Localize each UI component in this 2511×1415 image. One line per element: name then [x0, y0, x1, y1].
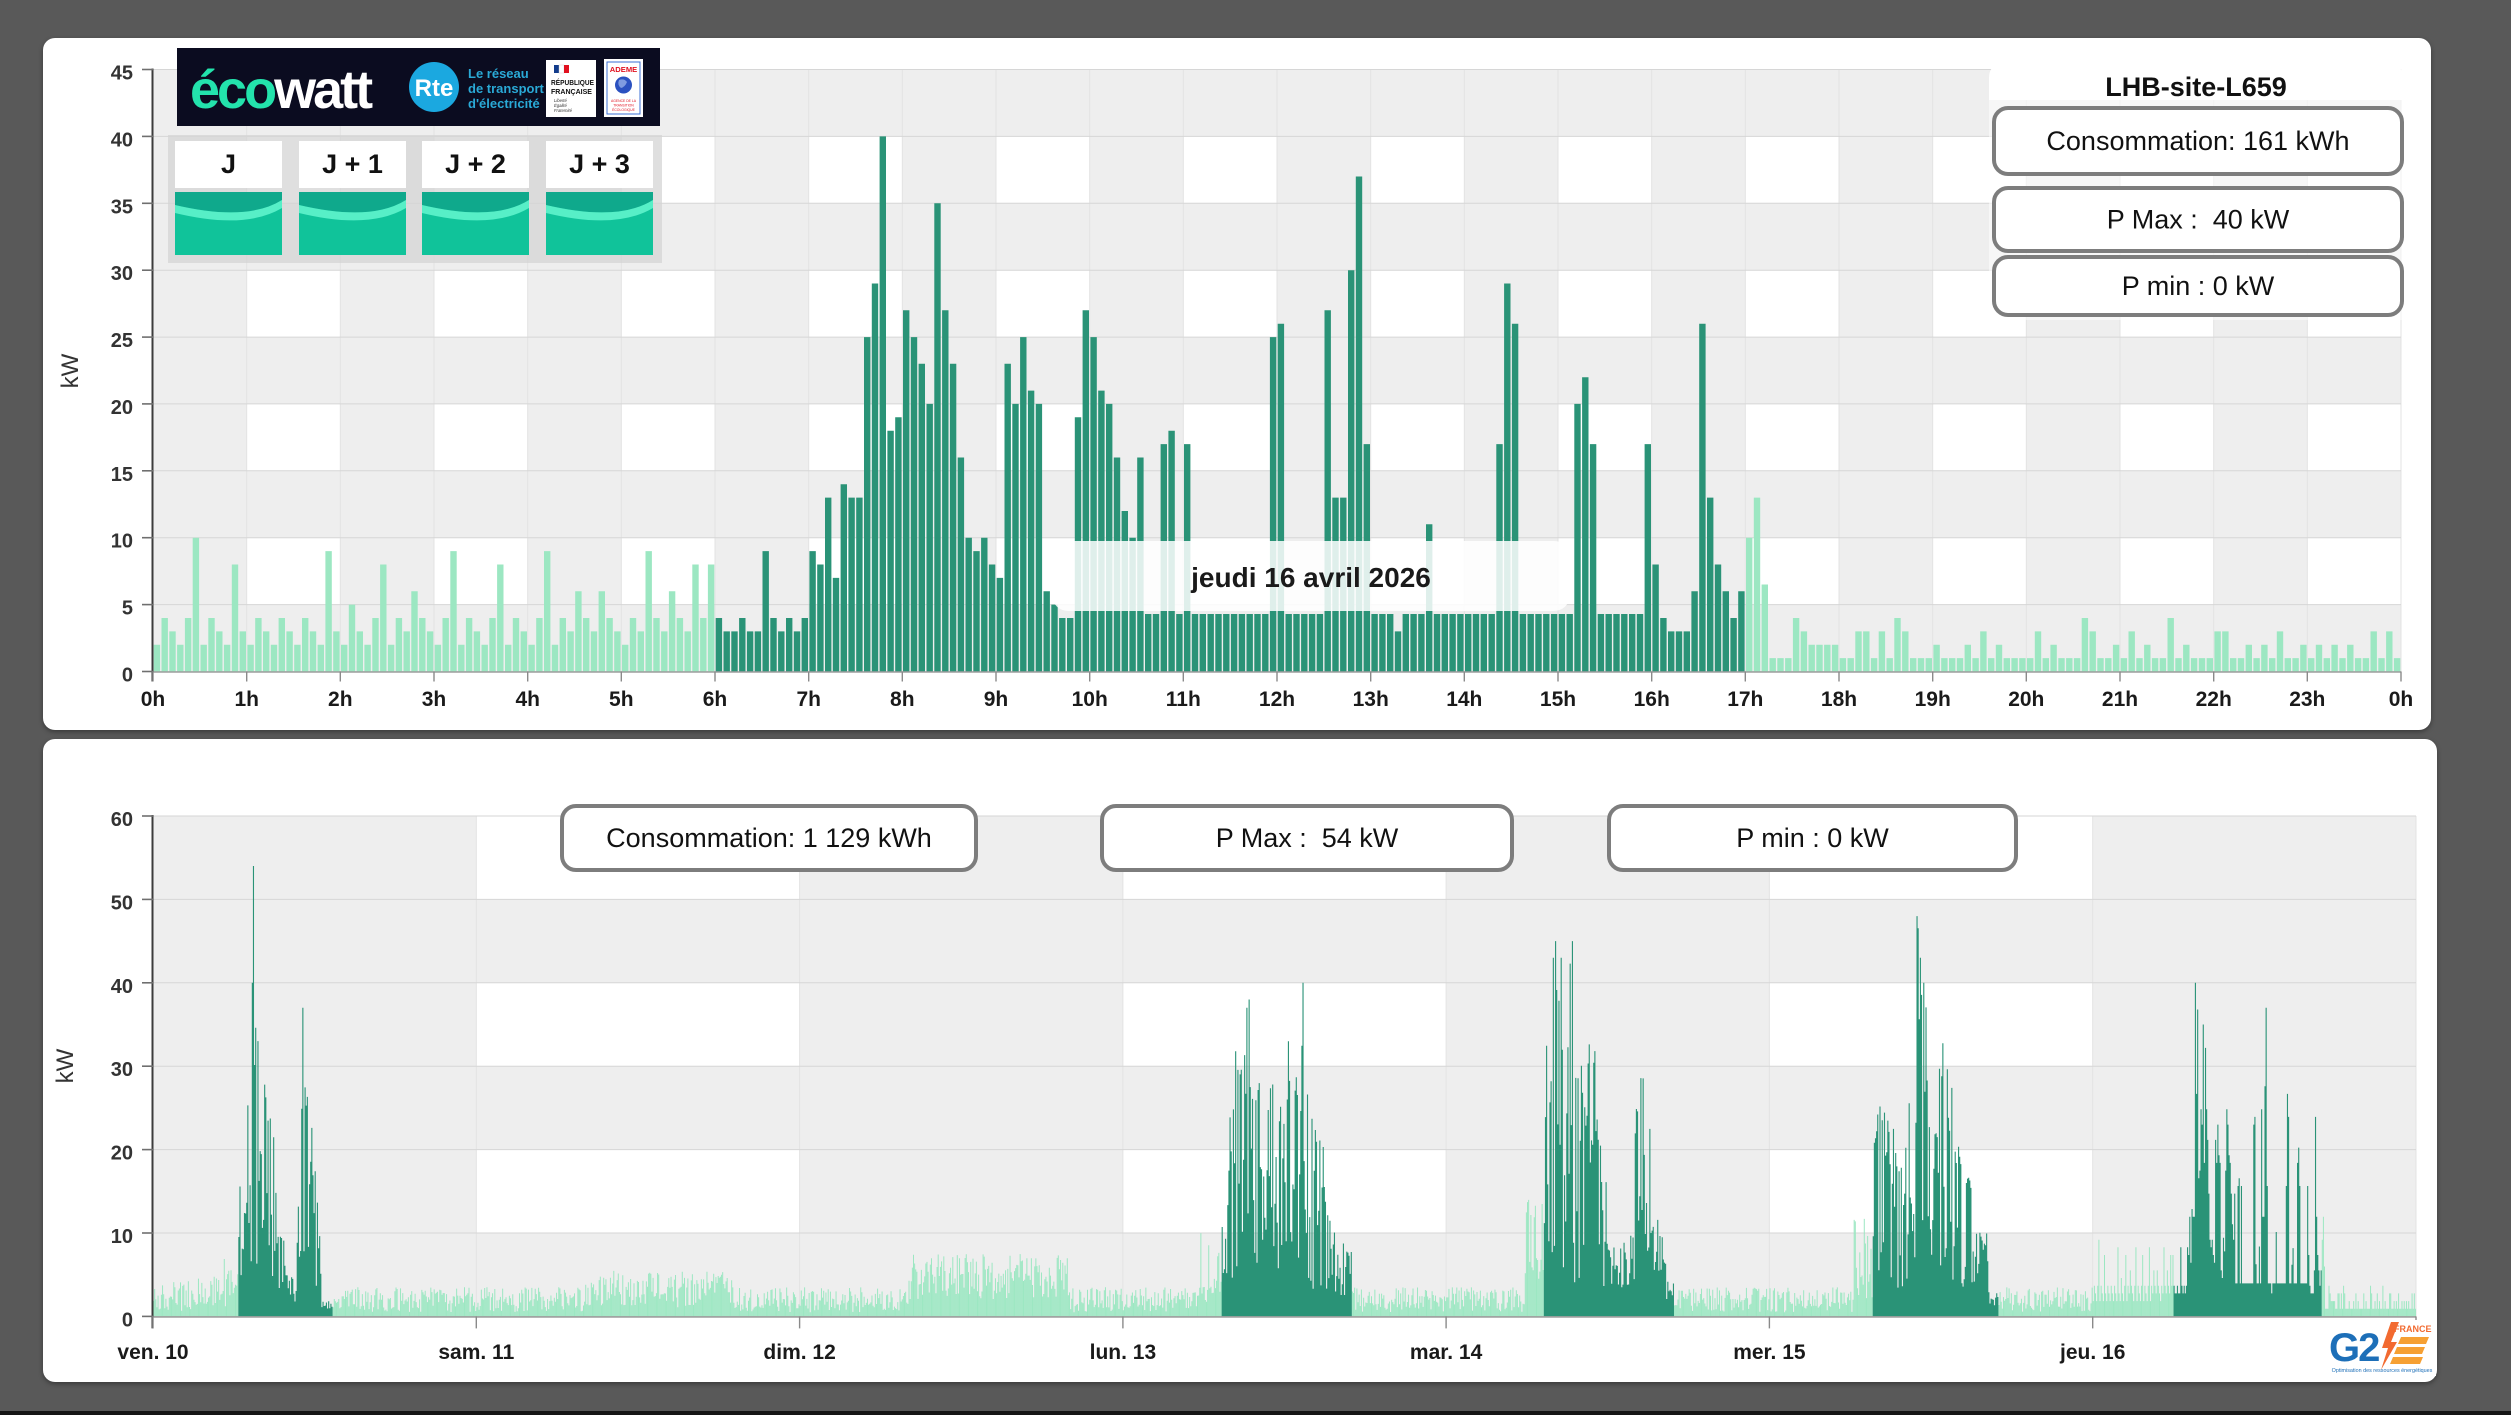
svg-text:40: 40 — [111, 976, 133, 998]
svg-text:dim. 12: dim. 12 — [763, 1341, 835, 1364]
svg-text:mer. 15: mer. 15 — [1733, 1341, 1806, 1364]
svg-text:17h: 17h — [1727, 688, 1763, 711]
svg-text:18h: 18h — [1821, 688, 1857, 711]
svg-text:0h: 0h — [141, 688, 166, 711]
svg-text:ÉCOLOGIQUE: ÉCOLOGIQUE — [612, 107, 636, 112]
svg-text:ven. 10: ven. 10 — [117, 1341, 188, 1364]
svg-text:35: 35 — [111, 196, 133, 218]
svg-text:FRANCE: FRANCE — [2394, 1324, 2432, 1334]
svg-text:Consommation: 1 129 kWh: Consommation: 1 129 kWh — [606, 823, 932, 853]
svg-text:jeu. 16: jeu. 16 — [2059, 1341, 2125, 1364]
svg-text:d'électricité: d'électricité — [468, 96, 540, 111]
svg-text:ADEME: ADEME — [610, 65, 637, 74]
svg-text:5: 5 — [122, 598, 133, 620]
svg-text:G2: G2 — [2329, 1326, 2379, 1370]
svg-text:P Max : 54 kW: P Max : 54 kW — [1216, 823, 1399, 853]
svg-text:P min : 0 kW: P min : 0 kW — [2122, 271, 2275, 301]
svg-text:mar. 14: mar. 14 — [1410, 1341, 1483, 1364]
svg-text:40: 40 — [111, 129, 133, 151]
svg-text:30: 30 — [111, 263, 133, 285]
svg-text:0: 0 — [122, 1309, 133, 1331]
svg-text:5h: 5h — [609, 688, 634, 711]
svg-text:Rte: Rte — [415, 75, 454, 102]
svg-text:50: 50 — [111, 892, 133, 914]
svg-text:16h: 16h — [1634, 688, 1670, 711]
svg-text:20: 20 — [111, 1143, 133, 1165]
svg-text:6h: 6h — [703, 688, 728, 711]
svg-text:Consommation: 161 kWh: Consommation: 161 kWh — [2046, 126, 2349, 156]
svg-text:kW: kW — [52, 1048, 79, 1083]
svg-text:Fraternité: Fraternité — [554, 108, 573, 113]
svg-text:7h: 7h — [796, 688, 821, 711]
svg-text:LHB-site-L659: LHB-site-L659 — [2105, 72, 2287, 102]
svg-text:23h: 23h — [2289, 688, 2325, 711]
svg-text:2h: 2h — [328, 688, 353, 711]
svg-text:45: 45 — [111, 63, 133, 85]
svg-text:10h: 10h — [1072, 688, 1108, 711]
svg-text:9h: 9h — [984, 688, 1009, 711]
svg-text:15h: 15h — [1540, 688, 1576, 711]
svg-text:RÉPUBLIQUE: RÉPUBLIQUE — [551, 78, 594, 87]
svg-text:30: 30 — [111, 1059, 133, 1081]
svg-text:8h: 8h — [890, 688, 915, 711]
svg-text:10: 10 — [111, 531, 133, 553]
svg-text:AGENCE DE LA: AGENCE DE LA — [611, 99, 637, 103]
svg-text:de transport: de transport — [468, 81, 545, 96]
svg-text:écowatt: écowatt — [190, 60, 373, 120]
svg-text:21h: 21h — [2102, 688, 2138, 711]
svg-text:4h: 4h — [515, 688, 540, 711]
svg-text:P Max : 40 kW: P Max : 40 kW — [2107, 205, 2290, 235]
svg-text:3h: 3h — [422, 688, 447, 711]
svg-text:14h: 14h — [1446, 688, 1482, 711]
svg-text:22h: 22h — [2196, 688, 2232, 711]
svg-text:P min : 0 kW: P min : 0 kW — [1736, 823, 1889, 853]
svg-text:20h: 20h — [2008, 688, 2044, 711]
svg-text:Optimisation des ressources én: Optimisation des ressources énergétiques — [2332, 1368, 2433, 1374]
svg-text:0: 0 — [122, 665, 133, 687]
svg-text:11h: 11h — [1166, 688, 1201, 711]
svg-text:20: 20 — [111, 397, 133, 419]
svg-text:12h: 12h — [1259, 688, 1295, 711]
svg-text:25: 25 — [111, 330, 133, 352]
svg-text:Le réseau: Le réseau — [468, 66, 529, 81]
svg-text:10: 10 — [111, 1226, 133, 1248]
svg-text:lun. 13: lun. 13 — [1090, 1341, 1157, 1364]
svg-text:kW: kW — [57, 353, 84, 388]
svg-text:1h: 1h — [234, 688, 259, 711]
svg-text:jeudi 16 avril 2026: jeudi 16 avril 2026 — [1190, 562, 1431, 593]
svg-text:19h: 19h — [1915, 688, 1951, 711]
svg-text:0h: 0h — [2389, 688, 2414, 711]
svg-text:sam. 11: sam. 11 — [438, 1341, 514, 1364]
svg-text:60: 60 — [111, 809, 133, 831]
svg-text:TRANSITION: TRANSITION — [613, 104, 634, 108]
svg-text:13h: 13h — [1353, 688, 1389, 711]
svg-text:15: 15 — [111, 464, 133, 486]
svg-text:FRANÇAISE: FRANÇAISE — [551, 89, 592, 96]
